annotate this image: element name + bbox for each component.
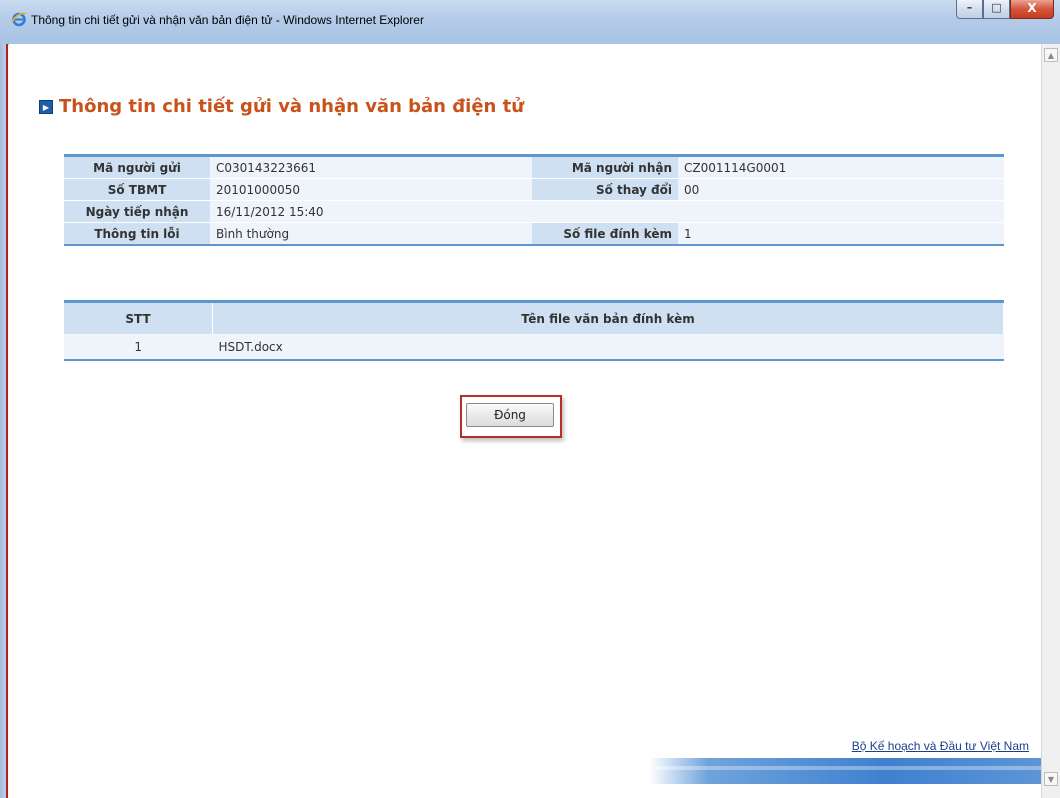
file-name: HSDT.docx <box>212 334 1004 360</box>
change-value: 00 <box>678 178 1004 201</box>
window-controls: – □ X <box>956 0 1054 20</box>
received-date-label: Ngày tiếp nhận <box>64 200 210 223</box>
receiver-value: CZ001114G0001 <box>678 155 1004 179</box>
page-content: ▶ Thông tin chi tiết gửi và nhận văn bản… <box>9 44 1041 798</box>
table-row: Mã người gửi C030143223661 Mã người nhận… <box>64 155 1004 179</box>
scroll-down-icon[interactable]: ▼ <box>1044 772 1058 786</box>
minimize-icon: – <box>966 1 973 14</box>
ie-popup-window: Thông tin chi tiết gửi và nhận văn bản đ… <box>0 0 1060 798</box>
column-header-stt: STT <box>64 301 213 334</box>
attachment-count-value: 1 <box>678 222 1004 246</box>
empty-cell <box>532 200 678 223</box>
internet-explorer-icon <box>11 12 27 27</box>
close-button-highlight: Đóng <box>460 395 562 438</box>
maximize-icon: □ <box>991 1 1002 14</box>
page-heading: ▶ Thông tin chi tiết gửi và nhận văn bản… <box>39 96 524 117</box>
table-row: Thông tin lỗi Bình thường Số file đính k… <box>64 222 1004 246</box>
error-info-label: Thông tin lỗi <box>64 222 210 246</box>
play-arrow-icon: ▶ <box>39 99 53 114</box>
close-window-button[interactable]: X <box>1010 0 1054 19</box>
close-button[interactable]: Đóng <box>466 403 554 427</box>
column-header-filename: Tên file văn bản đính kèm <box>212 301 1004 334</box>
sender-value: C030143223661 <box>210 155 532 179</box>
window-title: Thông tin chi tiết gửi và nhận văn bản đ… <box>31 13 424 27</box>
minimize-button[interactable]: – <box>956 0 983 19</box>
table-row: Ngày tiếp nhận 16/11/2012 15:40 <box>64 200 1004 223</box>
attachment-table: STT Tên file văn bản đính kèm 1 HSDT.doc… <box>64 300 1004 361</box>
receiver-label: Mã người nhận <box>532 155 678 179</box>
error-info-value: Bình thường <box>210 222 532 246</box>
file-stt: 1 <box>64 334 213 360</box>
page-title: Thông tin chi tiết gửi và nhận văn bản đ… <box>59 96 525 117</box>
table-header-row: STT Tên file văn bản đính kèm <box>64 301 1004 334</box>
footer-decoration <box>649 758 1041 784</box>
received-date-value: 16/11/2012 15:40 <box>210 200 532 223</box>
tbmt-value: 20101000050 <box>210 178 532 201</box>
table-row: 1 HSDT.docx <box>64 334 1004 360</box>
window-frame-accent <box>6 44 8 798</box>
scroll-up-icon[interactable]: ▲ <box>1044 48 1058 62</box>
title-bar: Thông tin chi tiết gửi và nhận văn bản đ… <box>0 0 1060 45</box>
sender-label: Mã người gửi <box>64 155 210 179</box>
footer-org-link[interactable]: Bộ Kế hoạch và Đầu tư Việt Nam <box>852 739 1029 753</box>
vertical-scrollbar[interactable]: ▲ ▼ <box>1041 44 1060 798</box>
table-row: Số TBMT 20101000050 Số thay đổi 00 <box>64 178 1004 201</box>
tbmt-label: Số TBMT <box>64 178 210 201</box>
close-icon: X <box>1027 1 1037 15</box>
attachment-count-label: Số file đính kèm <box>532 222 678 246</box>
change-label: Số thay đổi <box>532 178 678 201</box>
empty-cell <box>678 200 1004 223</box>
maximize-button[interactable]: □ <box>983 0 1010 19</box>
document-info-table: Mã người gửi C030143223661 Mã người nhận… <box>64 154 1004 246</box>
